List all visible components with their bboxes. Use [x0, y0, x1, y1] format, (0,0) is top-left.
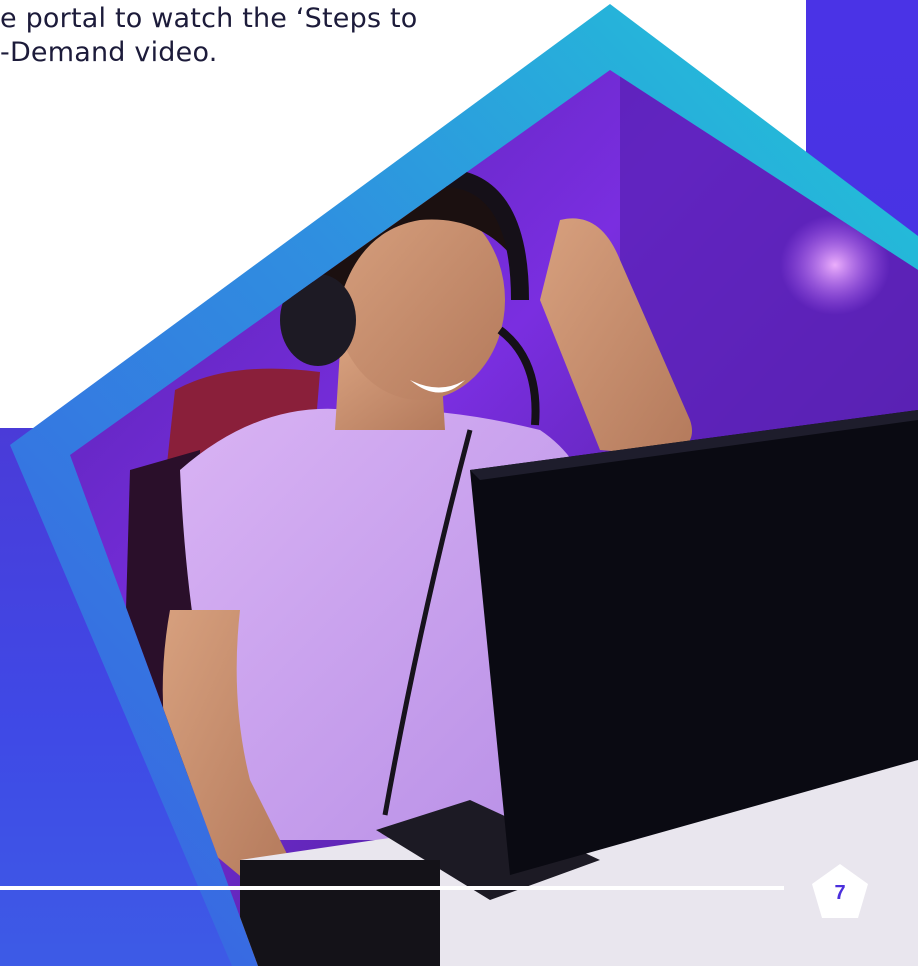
photo-frame: [10, 4, 918, 966]
page-number: 7: [834, 882, 846, 904]
page-number-badge: 7: [810, 862, 870, 922]
page: e portal to watch the ‘Steps to -Demand …: [0, 0, 918, 966]
footer-rule: [0, 886, 784, 890]
